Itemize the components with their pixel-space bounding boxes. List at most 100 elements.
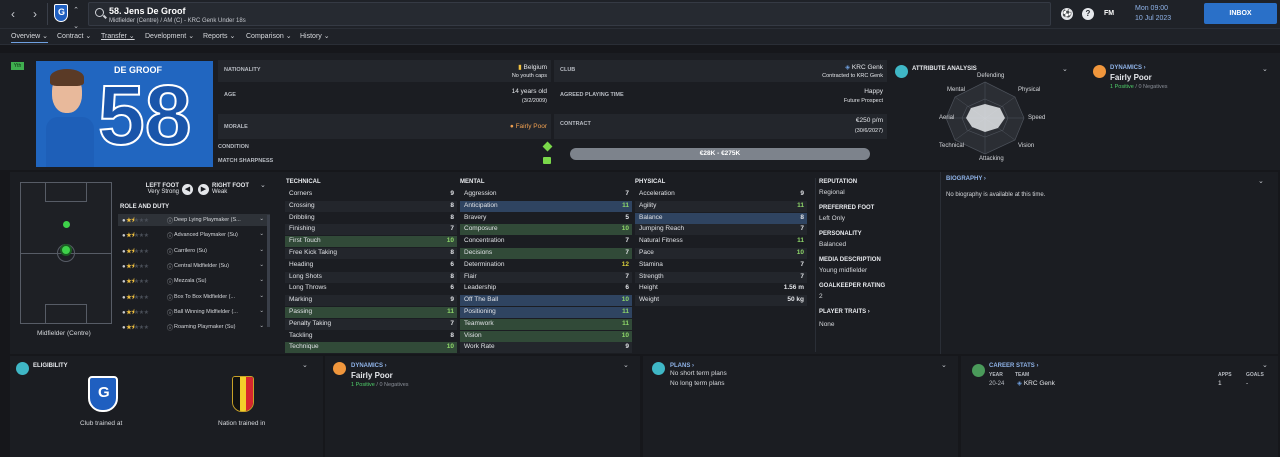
inbox-button[interactable]: INBOX: [1204, 3, 1277, 24]
attribute-row[interactable]: Anticipation 11: [460, 200, 632, 212]
search-icon[interactable]: [95, 8, 104, 17]
chevron-down-icon[interactable]: ⌄: [302, 361, 308, 369]
info-icon[interactable]: ⓘ: [167, 231, 173, 240]
attribute-row[interactable]: Height 1.56 m: [635, 283, 807, 294]
info-icon[interactable]: ⓘ: [167, 247, 173, 256]
role-row[interactable]: ● ★⯨★★★ ⓘ Carrilero (Su) ⌄: [118, 245, 270, 257]
forward-arrow-icon[interactable]: ›: [27, 6, 43, 22]
attribute-row[interactable]: Off The Ball 10: [460, 295, 632, 307]
attribute-row[interactable]: Leadership 6: [460, 283, 632, 294]
dynamics-header[interactable]: DYNAMICS ›: [1110, 65, 1146, 71]
info-icon[interactable]: ⓘ: [167, 323, 173, 332]
attribute-row[interactable]: Pace 10: [635, 248, 807, 259]
chevron-down-icon[interactable]: ⌄: [260, 181, 266, 189]
attribute-row[interactable]: Concentration 7: [460, 236, 632, 247]
help-icon[interactable]: ?: [1082, 8, 1094, 20]
tab-overview[interactable]: Overview ⌄: [11, 32, 48, 43]
attribute-row[interactable]: Weight 50 kg: [635, 295, 807, 307]
career-team-text: KRC Genk: [1023, 380, 1055, 387]
role-list-scrollbar[interactable]: [267, 215, 270, 327]
attribute-row[interactable]: Long Shots 8: [285, 271, 457, 283]
attribute-row[interactable]: Determination 12: [460, 260, 632, 271]
career-team[interactable]: ◈ KRC Genk: [1017, 379, 1055, 387]
attribute-row[interactable]: Composure 10: [460, 224, 632, 236]
attribute-row[interactable]: Strength 7: [635, 271, 807, 283]
role-row[interactable]: ● ★⯨★★★ ⓘ Advanced Playmaker (Su) ⌄: [118, 229, 270, 241]
chevron-down-icon[interactable]: ⌄: [259, 262, 264, 268]
info-icon[interactable]: ⓘ: [167, 262, 173, 271]
attribute-row[interactable]: Balance 8: [635, 212, 807, 224]
attribute-row[interactable]: Free Kick Taking 8: [285, 248, 457, 259]
chevron-down-icon[interactable]: ⌄: [259, 277, 264, 283]
role-row[interactable]: ● ★⯨★★★ ⓘ Roaming Playmaker (Su) ⌄: [118, 321, 270, 333]
fm-menu-label[interactable]: FM: [1104, 10, 1114, 17]
attribute-row[interactable]: Technique 10: [285, 342, 457, 354]
attribute-row[interactable]: Stamina 7: [635, 260, 807, 271]
dynamics-header[interactable]: DYNAMICS ›: [351, 363, 387, 369]
attribute-row[interactable]: Vision 10: [460, 330, 632, 342]
chevron-down-icon[interactable]: ⌄: [1258, 177, 1264, 185]
info-icon[interactable]: ⓘ: [167, 216, 173, 225]
transfer-value-bar[interactable]: €28K - €275K: [570, 148, 870, 160]
career-stats-header[interactable]: CAREER STATS ›: [989, 363, 1038, 369]
role-row[interactable]: ● ★⯨★★★ ⓘ Mezzala (Su) ⌄: [118, 275, 270, 287]
chevron-down-icon[interactable]: ⌄: [1262, 361, 1268, 369]
chevron-down-icon[interactable]: ⌄: [941, 361, 947, 369]
chevron-updown-icon[interactable]: ⌃ ⌄: [68, 3, 84, 30]
chevron-down-icon[interactable]: ⌄: [1262, 65, 1268, 73]
attribute-row[interactable]: Acceleration 9: [635, 189, 807, 200]
attribute-row[interactable]: Crossing 8: [285, 200, 457, 212]
chevron-down-icon[interactable]: ⌄: [259, 293, 264, 299]
chevron-down-icon[interactable]: ⌄: [259, 323, 264, 329]
attribute-row[interactable]: Teamwork 11: [460, 318, 632, 330]
attribute-row[interactable]: Bravery 5: [460, 213, 632, 224]
nationality-value[interactable]: ▮ Belgium: [518, 63, 547, 71]
attribute-row[interactable]: Passing 11: [285, 307, 457, 318]
player-search-box[interactable]: 58. Jens De Groof Midfielder (Centre) / …: [88, 2, 1051, 26]
chevron-down-icon[interactable]: ⌄: [1062, 65, 1068, 73]
attribute-row[interactable]: Long Throws 6: [285, 283, 457, 294]
info-icon[interactable]: ⓘ: [167, 308, 173, 317]
role-row[interactable]: ● ★⯨★★★ ⓘ Box To Box Midfielder (... ⌄: [118, 291, 270, 303]
info-icon[interactable]: ⓘ: [167, 277, 173, 286]
tab-history[interactable]: History ⌄: [300, 32, 330, 40]
chevron-down-icon[interactable]: ⌄: [259, 247, 264, 253]
player-traits-link[interactable]: PLAYER TRAITS ›: [819, 309, 870, 315]
attribute-row[interactable]: Work Rate 9: [460, 342, 632, 354]
tab-reports[interactable]: Reports ⌄: [203, 32, 235, 40]
football-icon[interactable]: ⚽: [1061, 8, 1073, 20]
attribute-row[interactable]: Penalty Taking 7: [285, 318, 457, 330]
biography-header[interactable]: BIOGRAPHY ›: [946, 176, 986, 182]
chevron-down-icon[interactable]: ⌄: [259, 216, 264, 222]
attribute-row[interactable]: Natural Fitness 11: [635, 236, 807, 247]
attribute-row[interactable]: Jumping Reach 7: [635, 224, 807, 236]
tab-contract[interactable]: Contract ⌄: [57, 32, 91, 40]
attribute-row[interactable]: Heading 6: [285, 260, 457, 271]
attribute-row[interactable]: Corners 9: [285, 189, 457, 200]
attribute-row[interactable]: Tackling 8: [285, 331, 457, 342]
chevron-down-icon[interactable]: ⌄: [259, 231, 264, 237]
tab-comparison[interactable]: Comparison ⌄: [246, 32, 292, 40]
attribute-row[interactable]: Agility 11: [635, 200, 807, 212]
attribute-row[interactable]: Dribbling 8: [285, 213, 457, 224]
info-icon[interactable]: ⓘ: [167, 293, 173, 302]
attribute-row[interactable]: Flair 7: [460, 271, 632, 283]
back-arrow-icon[interactable]: ‹: [5, 6, 21, 22]
attribute-row[interactable]: Decisions 7: [460, 248, 632, 259]
role-row[interactable]: ● ★⯨★★★ ⓘ Central Midfielder (Su) ⌄: [118, 260, 270, 272]
club-value[interactable]: ◈ KRC Genk: [845, 63, 883, 71]
tab-development[interactable]: Development ⌄: [145, 32, 194, 40]
attribute-row[interactable]: Marking 9: [285, 295, 457, 307]
club-badge-icon[interactable]: [54, 4, 68, 22]
role-row[interactable]: ● ★⯨★★★ ⓘ Ball Winning Midfielder (... ⌄: [118, 306, 270, 318]
tab-transfer[interactable]: Transfer ⌄: [101, 32, 135, 40]
morale-value[interactable]: ● Fairly Poor: [510, 123, 547, 130]
attribute-row[interactable]: Finishing 7: [285, 224, 457, 236]
chevron-down-icon[interactable]: ⌄: [623, 361, 629, 369]
attribute-row[interactable]: Positioning 11: [460, 307, 632, 318]
chevron-down-icon[interactable]: ⌄: [259, 308, 264, 314]
attribute-row[interactable]: Aggression 7: [460, 189, 632, 200]
plans-header[interactable]: PLANS ›: [670, 363, 694, 369]
attribute-row[interactable]: First Touch 10: [285, 236, 457, 248]
role-row[interactable]: ● ★⯨★★★ ⓘ Deep Lying Playmaker (S... ⌄: [118, 214, 270, 226]
